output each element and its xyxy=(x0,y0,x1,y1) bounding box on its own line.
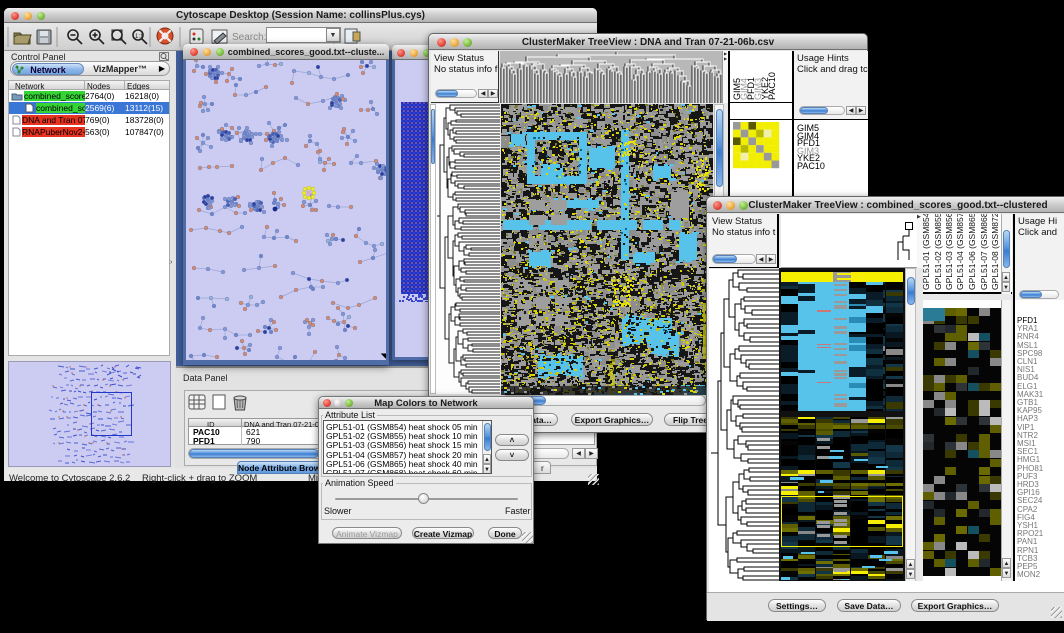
svg-text:GPL51-02 (GSM855): GPL51-02 (GSM855) xyxy=(933,214,943,290)
svg-text:1:1: 1:1 xyxy=(135,34,144,40)
svg-text:GPL51-07 (GSM868): GPL51-07 (GSM868) xyxy=(979,214,989,290)
svg-text:GPL51-03 (GSM856): GPL51-03 (GSM856) xyxy=(944,214,954,290)
svg-text:GPL51-01 (GSM854): GPL51-01 (GSM854) xyxy=(923,214,931,290)
svg-text:GPL51-04 (GSM857): GPL51-04 (GSM857) xyxy=(955,214,965,290)
svg-text:GPL51-06 (GSM865): GPL51-06 (GSM865) xyxy=(967,214,977,290)
svg-text:Search:: Search: xyxy=(232,32,266,43)
svg-text:PAC10: PAC10 xyxy=(767,72,777,100)
svg-text:GPL51-08 (GSM872): GPL51-08 (GSM872) xyxy=(990,214,1000,290)
